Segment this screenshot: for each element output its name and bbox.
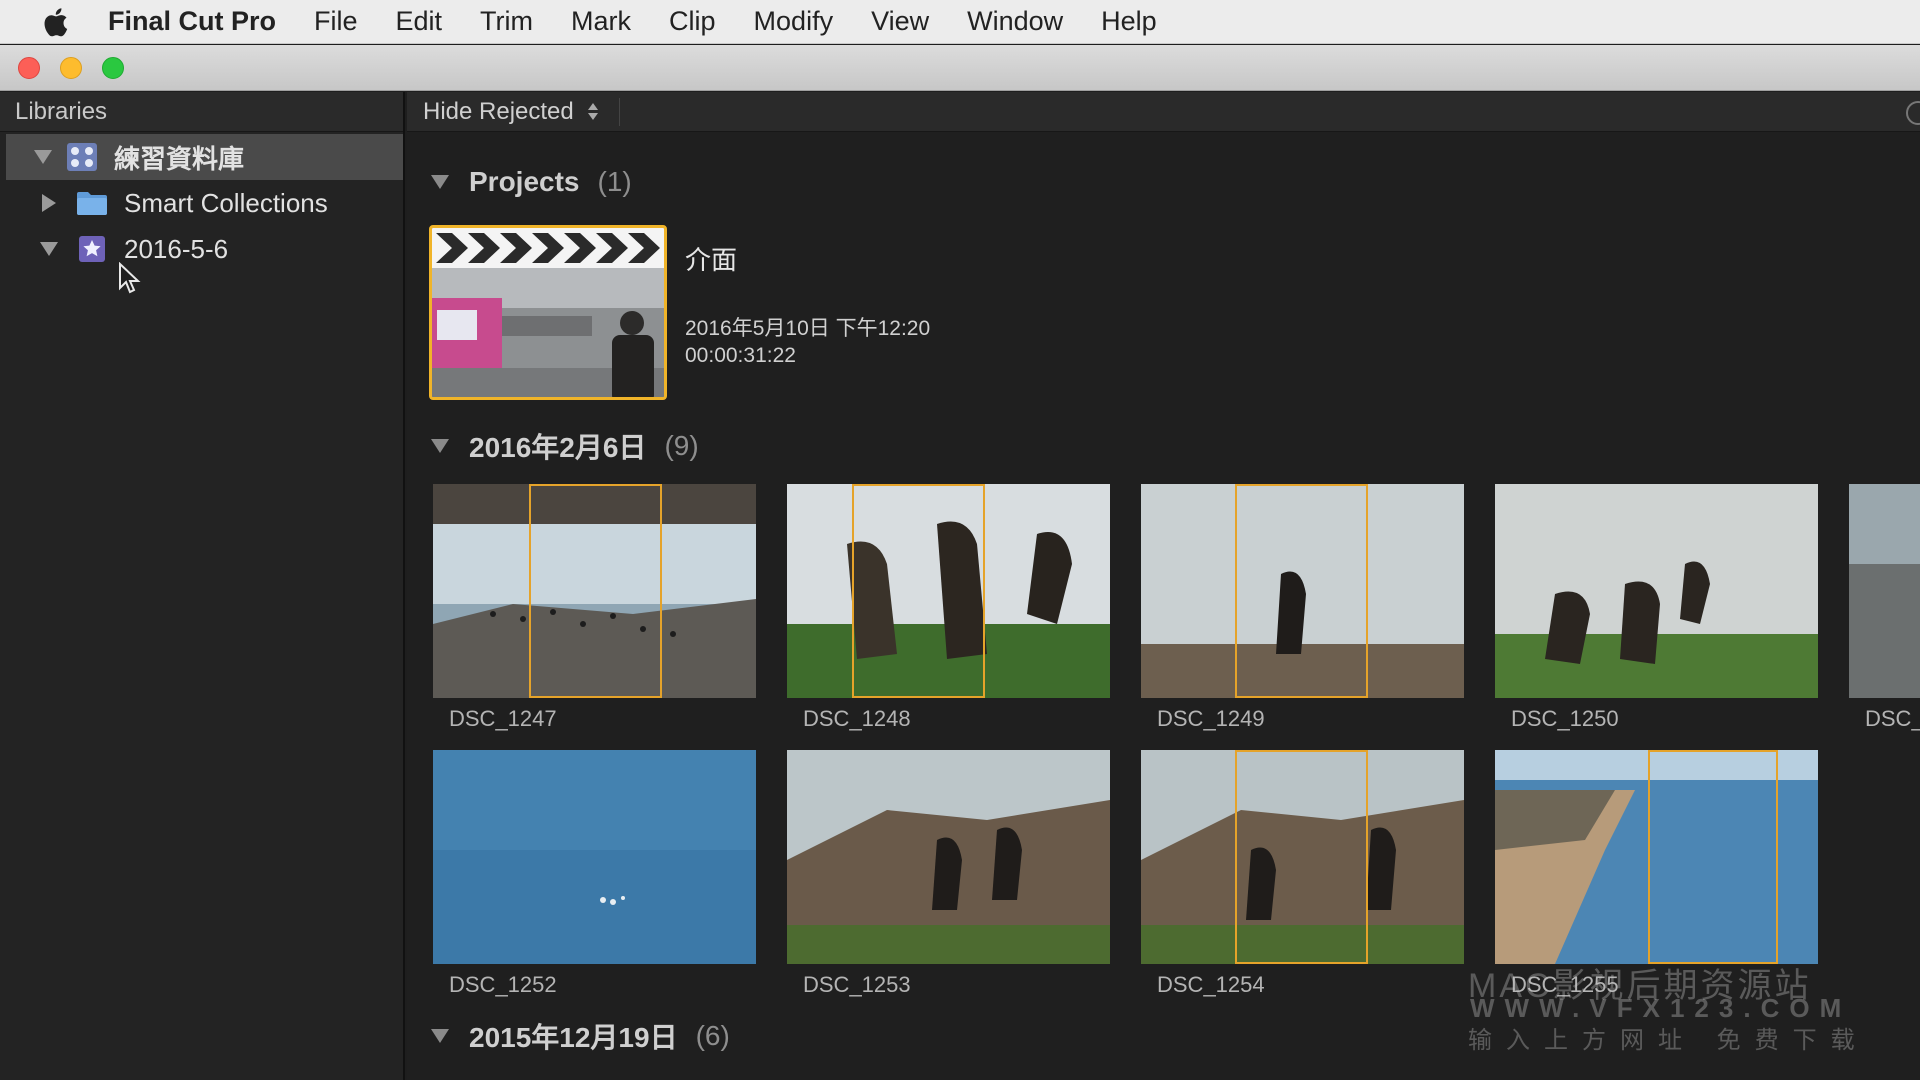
section-header-event-date[interactable]: 2016年2月6日 (9) bbox=[431, 426, 699, 466]
favorite-range-marker[interactable] bbox=[529, 484, 662, 698]
library-icon bbox=[66, 142, 98, 172]
menu-bar: Final Cut Pro File Edit Trim Mark Clip M… bbox=[0, 0, 1920, 44]
disclosure-expanded-icon[interactable] bbox=[431, 439, 449, 453]
clip-thumbnail[interactable] bbox=[787, 484, 1110, 698]
menu-modify[interactable]: Modify bbox=[754, 6, 834, 37]
disclosure-expanded-icon[interactable] bbox=[34, 150, 52, 164]
event-browser: Hide Rejected Projects (1) 介面 2016年5月10日… bbox=[407, 92, 1920, 1080]
menu-help[interactable]: Help bbox=[1101, 6, 1157, 37]
libraries-sidebar: Libraries 練習資料庫 Smart Collections 2016-5… bbox=[0, 92, 405, 1080]
clip-name: DSC_1253 bbox=[803, 972, 911, 997]
clip-thumbnail[interactable] bbox=[433, 484, 756, 698]
section-count: (1) bbox=[597, 166, 632, 197]
menu-file[interactable]: File bbox=[314, 6, 358, 37]
popup-arrows-icon bbox=[587, 103, 598, 120]
project-duration: 00:00:31:22 bbox=[685, 344, 796, 367]
menu-trim[interactable]: Trim bbox=[480, 6, 533, 37]
section-title: Projects bbox=[469, 166, 580, 197]
menu-edit[interactable]: Edit bbox=[396, 6, 443, 37]
apple-logo-icon[interactable] bbox=[38, 5, 72, 39]
menu-window[interactable]: Window bbox=[967, 6, 1063, 37]
disclosure-expanded-icon[interactable] bbox=[431, 175, 449, 189]
libraries-header: Libraries bbox=[0, 92, 403, 132]
project-name: 介面 bbox=[685, 245, 738, 275]
favorite-range-marker[interactable] bbox=[1235, 750, 1368, 964]
folder-icon bbox=[76, 188, 108, 218]
watermark-caption: 输入上方网址 免费下载 bbox=[1468, 1027, 1869, 1054]
toolbar-divider bbox=[619, 98, 620, 126]
clip-name: DSC_1250 bbox=[1511, 706, 1619, 731]
clip-thumbnail[interactable] bbox=[1495, 484, 1818, 698]
favorite-range-marker[interactable] bbox=[1235, 484, 1368, 698]
clip-thumbnail[interactable] bbox=[1849, 484, 1920, 698]
window-minimize-button[interactable] bbox=[60, 57, 82, 79]
clip-name: DSC_1254 bbox=[1157, 972, 1265, 997]
search-icon[interactable] bbox=[1906, 101, 1920, 125]
clip-thumbnail[interactable] bbox=[1495, 750, 1818, 964]
clip-name: DSC_ bbox=[1865, 706, 1920, 731]
disclosure-expanded-icon[interactable] bbox=[431, 1029, 449, 1043]
window-titlebar bbox=[0, 45, 1920, 91]
project-thumbnail[interactable] bbox=[429, 225, 667, 400]
clip-thumbnail[interactable] bbox=[1141, 750, 1464, 964]
browser-toolbar: Hide Rejected bbox=[407, 92, 1920, 132]
sidebar-item-label: Smart Collections bbox=[124, 187, 328, 218]
menu-mark[interactable]: Mark bbox=[571, 6, 631, 37]
section-count: (9) bbox=[664, 430, 699, 461]
section-count: (6) bbox=[695, 1020, 730, 1051]
project-date: 2016年5月10日 下午12:20 bbox=[685, 317, 931, 340]
menu-clip[interactable]: Clip bbox=[669, 6, 716, 37]
mouse-pointer-icon bbox=[118, 261, 142, 301]
section-title: 2015年12月19日 bbox=[469, 1022, 678, 1053]
section-header-projects[interactable]: Projects (1) bbox=[431, 166, 632, 198]
section-title: 2016年2月6日 bbox=[469, 432, 647, 463]
sidebar-item-library[interactable]: 練習資料庫 bbox=[6, 134, 403, 180]
filter-popup[interactable]: Hide Rejected bbox=[423, 98, 598, 126]
clip-thumbnail[interactable] bbox=[433, 750, 756, 964]
event-star-icon bbox=[76, 234, 108, 264]
clip-name: DSC_1252 bbox=[449, 972, 557, 997]
sidebar-item-label: 練習資料庫 bbox=[114, 143, 245, 174]
favorite-range-marker[interactable] bbox=[852, 484, 985, 698]
clip-name: DSC_1248 bbox=[803, 706, 911, 731]
menu-view[interactable]: View bbox=[871, 6, 929, 37]
window-close-button[interactable] bbox=[18, 57, 40, 79]
clip-thumbnail[interactable] bbox=[787, 750, 1110, 964]
menu-app-final-cut-pro[interactable]: Final Cut Pro bbox=[108, 6, 276, 37]
favorite-range-marker[interactable] bbox=[1648, 750, 1778, 964]
disclosure-expanded-icon[interactable] bbox=[40, 242, 58, 256]
disclosure-collapsed-icon[interactable] bbox=[42, 194, 56, 212]
section-header-event-date[interactable]: 2015年12月19日 (6) bbox=[431, 1016, 730, 1056]
clip-name: DSC_1249 bbox=[1157, 706, 1265, 731]
sidebar-item-smart-collections[interactable]: Smart Collections bbox=[0, 180, 403, 226]
window-zoom-button[interactable] bbox=[102, 57, 124, 79]
sidebar-item-event[interactable]: 2016-5-6 bbox=[0, 226, 403, 272]
clip-name: DSC_1247 bbox=[449, 706, 557, 731]
sidebar-item-label: 2016-5-6 bbox=[124, 233, 229, 264]
filter-label: Hide Rejected bbox=[423, 97, 574, 125]
clip-thumbnail[interactable] bbox=[1141, 484, 1464, 698]
